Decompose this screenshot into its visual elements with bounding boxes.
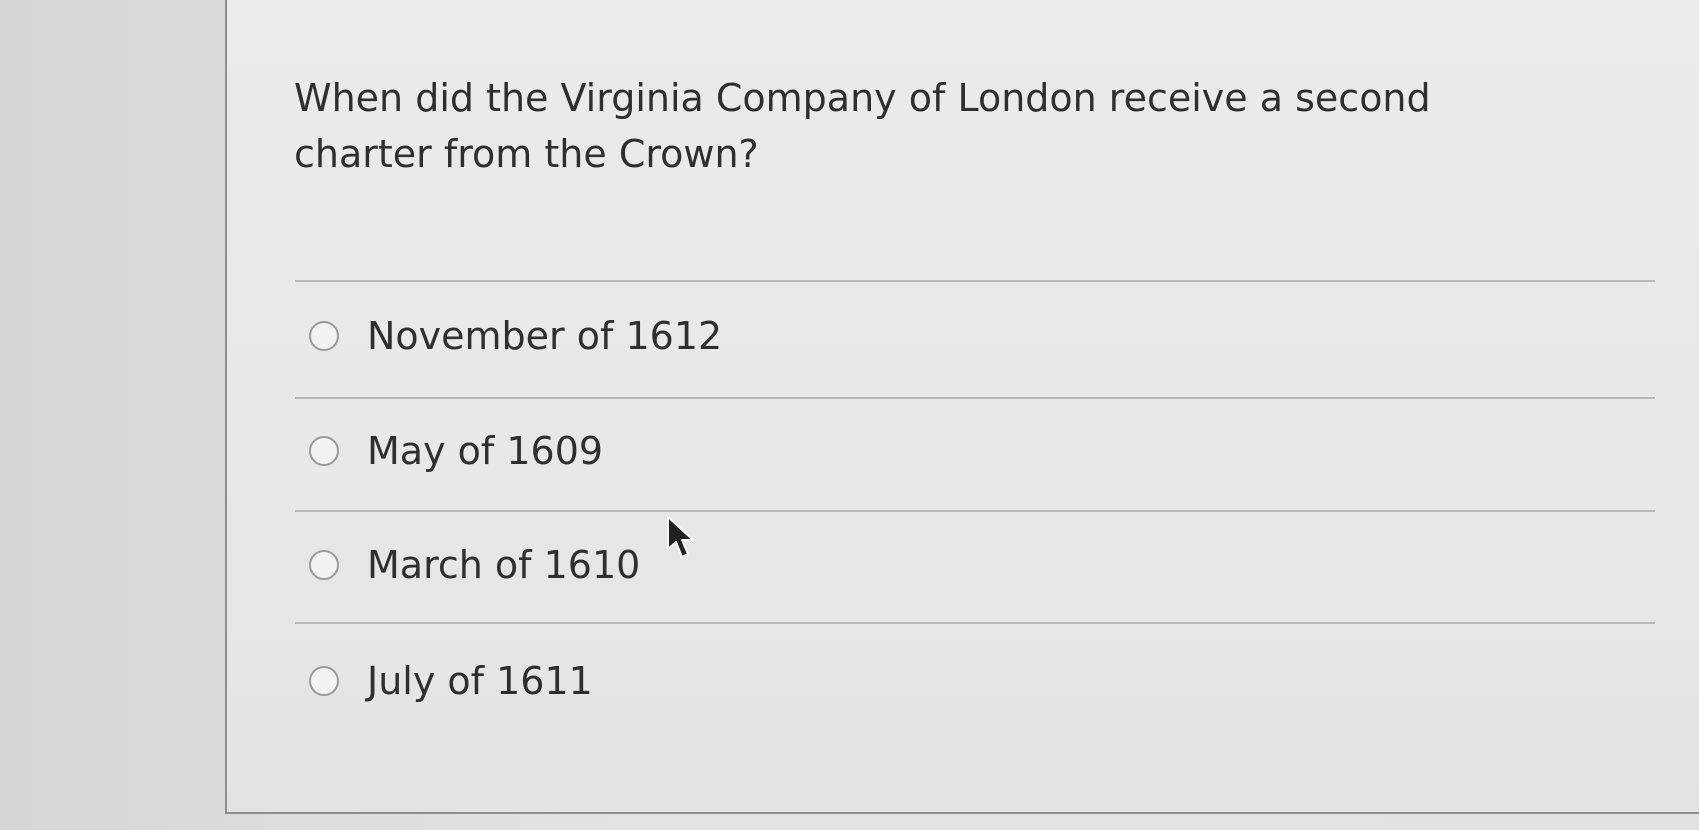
radio-button-icon[interactable] (309, 436, 339, 466)
quiz-page: When did the Virginia Company of London … (0, 0, 1699, 830)
divider (295, 622, 1655, 624)
divider (295, 510, 1655, 512)
radio-button-icon[interactable] (309, 550, 339, 580)
answer-option-2[interactable]: May of 1609 (309, 421, 603, 481)
answer-option-1[interactable]: November of 1612 (309, 306, 722, 366)
answer-option-4[interactable]: July of 1611 (309, 651, 593, 711)
question-text: When did the Virginia Company of London … (294, 76, 1431, 176)
answer-label: July of 1611 (367, 659, 593, 703)
answer-label: March of 1610 (367, 543, 641, 587)
mouse-pointer-icon (667, 516, 694, 558)
answer-option-3[interactable]: March of 1610 (309, 535, 640, 595)
answer-label: May of 1609 (367, 429, 604, 473)
divider (295, 280, 1655, 282)
radio-button-icon[interactable] (309, 666, 339, 696)
radio-button-icon[interactable] (309, 321, 339, 351)
question-card: When did the Virginia Company of London … (225, 0, 1699, 814)
answer-label: November of 1612 (367, 314, 723, 358)
divider (295, 397, 1655, 399)
